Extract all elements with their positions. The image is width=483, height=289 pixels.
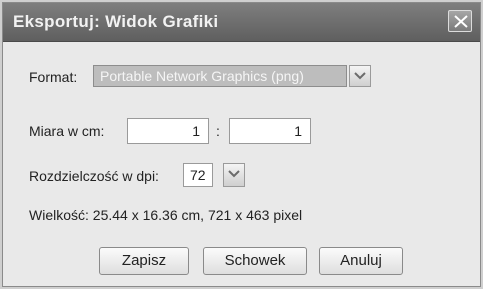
close-icon xyxy=(454,15,468,28)
clipboard-button[interactable]: Schowek xyxy=(203,247,307,275)
format-select[interactable]: Portable Network Graphics (png) xyxy=(93,65,347,87)
cancel-button[interactable]: Anuluj xyxy=(319,247,403,275)
dialog-title: Eksportuj: Widok Grafiki xyxy=(13,12,219,31)
resolution-select-value: 72 xyxy=(190,167,206,183)
scale-right-input[interactable]: 1 xyxy=(229,118,311,144)
resolution-label: Rozdzielczość w dpi: xyxy=(29,168,159,184)
scale-right-value: 1 xyxy=(294,123,302,139)
size-info-text: Wielkość: 25.44 x 16.36 cm, 721 x 463 pi… xyxy=(29,207,303,223)
close-button[interactable] xyxy=(448,10,472,32)
format-select-value: Portable Network Graphics (png) xyxy=(100,68,304,84)
scale-label: Miara w cm: xyxy=(29,123,105,139)
resolution-dropdown-button[interactable] xyxy=(223,163,245,187)
format-label: Format: xyxy=(29,69,78,85)
scale-left-input[interactable]: 1 xyxy=(127,118,209,144)
resolution-select[interactable]: 72 xyxy=(183,163,213,187)
format-dropdown-button[interactable] xyxy=(349,65,371,87)
title-bar: Eksportuj: Widok Grafiki xyxy=(3,3,480,42)
scale-separator: : xyxy=(216,123,220,139)
chevron-down-icon xyxy=(228,170,240,178)
scale-left-value: 1 xyxy=(192,123,200,139)
chevron-down-icon xyxy=(354,72,366,80)
save-button[interactable]: Zapisz xyxy=(99,247,189,275)
export-dialog: Eksportuj: Widok Grafiki Format: Portabl… xyxy=(2,2,481,287)
